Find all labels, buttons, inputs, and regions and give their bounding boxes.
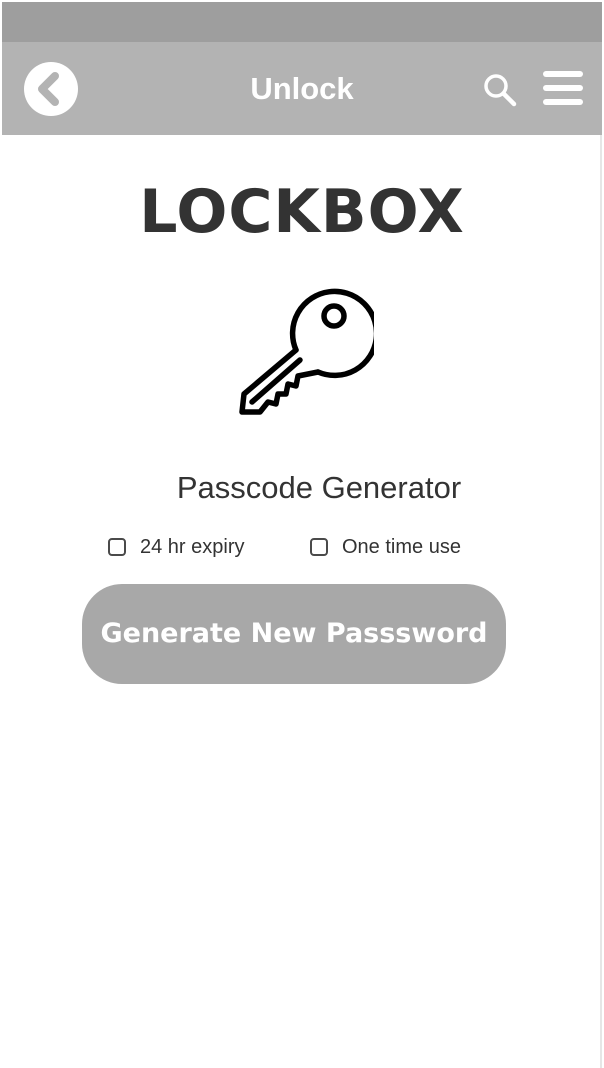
chevron-left-icon (38, 72, 59, 106)
nav-bar: Unlock (2, 42, 602, 135)
expiry-label: 24 hr expiry (140, 535, 245, 558)
search-icon (484, 74, 517, 107)
app-screen: Unlock LOCKBOX Passcode Generator 24 hr … (2, 2, 602, 1068)
passcode-generator-heading: Passcode Generator (176, 470, 462, 505)
generate-password-button[interactable]: Generate New Passsword (82, 584, 506, 684)
section-heading: Passcode Generator (2, 468, 602, 508)
key-illustration (234, 284, 380, 424)
one-time-use-checkbox[interactable] (310, 538, 328, 556)
search-button[interactable] (482, 72, 518, 108)
key-icon (239, 288, 380, 415)
status-bar (2, 2, 602, 42)
menu-button[interactable] (541, 68, 585, 108)
option-one-time-use[interactable]: One time use (310, 534, 461, 560)
brand-logo-text: LOCKBOX (139, 177, 465, 247)
hamburger-menu-icon (543, 71, 583, 105)
one-time-use-label: One time use (342, 535, 461, 558)
option-24hr-expiry[interactable]: 24 hr expiry (108, 534, 245, 560)
back-button[interactable] (24, 62, 78, 116)
expiry-checkbox[interactable] (108, 538, 126, 556)
